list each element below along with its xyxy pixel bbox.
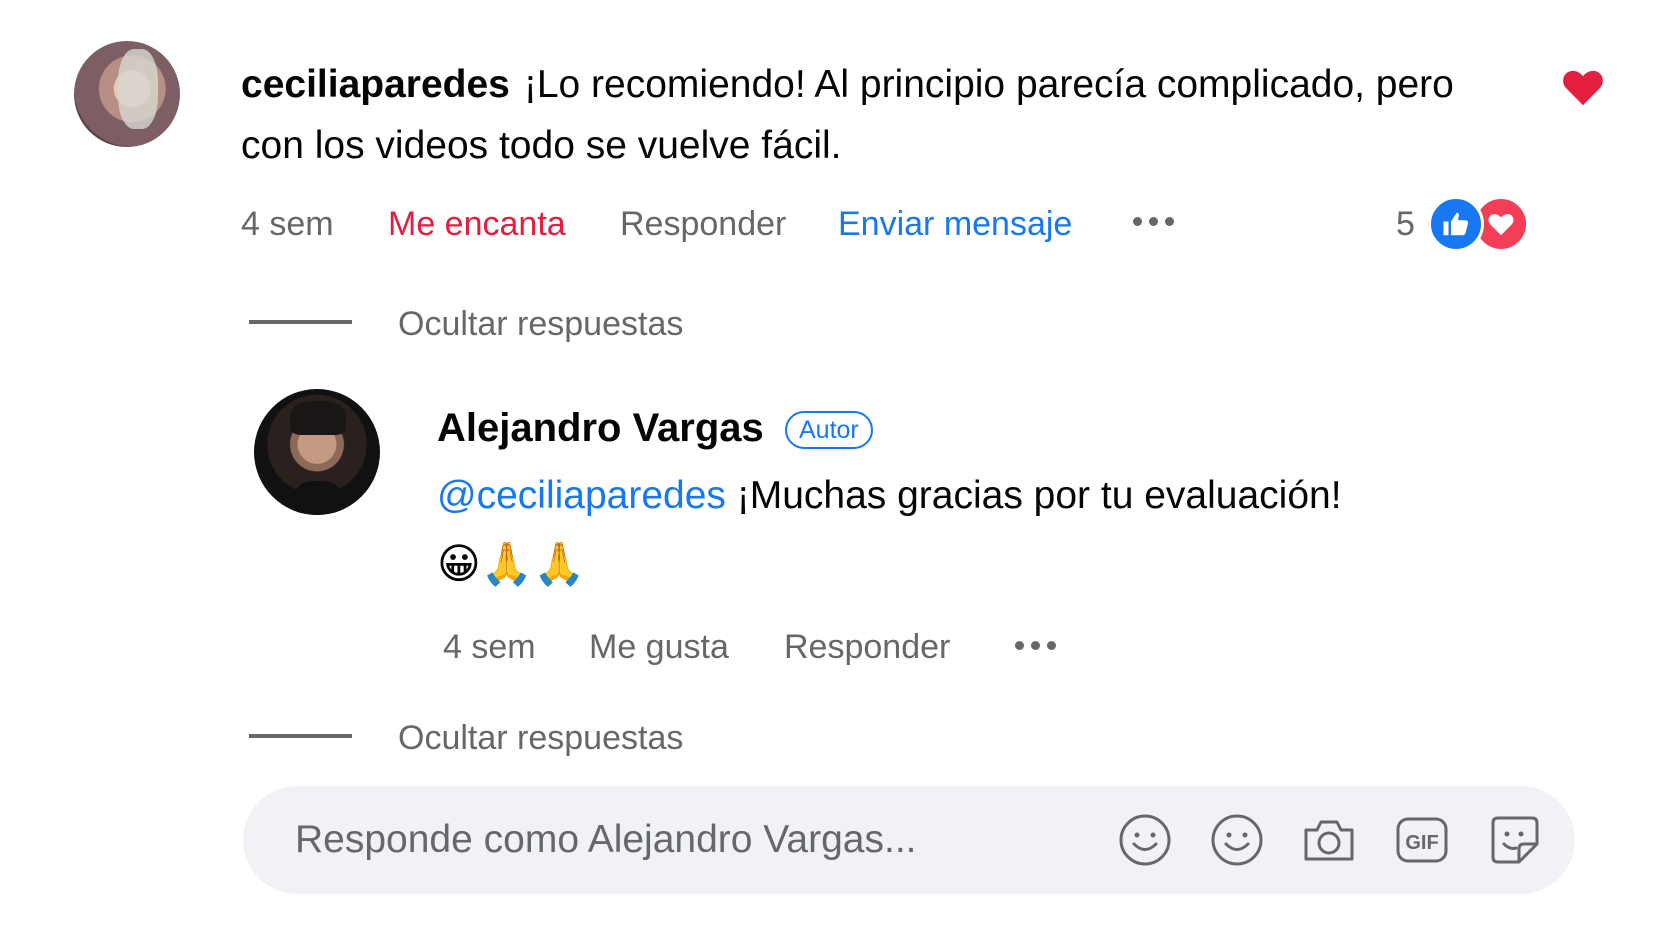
reply-author[interactable]: Alejandro Vargas	[437, 404, 764, 452]
comment-body: ceciliaparedes ¡Lo recomiendo! Al princip…	[241, 54, 1501, 176]
avatar-ceciliaparedes[interactable]	[74, 41, 180, 147]
hide-replies-button-2[interactable]: Ocultar respuestas	[398, 718, 683, 758]
reply-body: @ceciliaparedes ¡Muchas gracias por tu e…	[437, 470, 1342, 522]
comment-author[interactable]: ceciliaparedes	[241, 63, 510, 106]
reply-button-2[interactable]: Responder	[784, 627, 950, 667]
reply-text: ¡Muchas gracias por tu evaluación!	[725, 474, 1342, 517]
reply-input[interactable]	[295, 814, 1075, 866]
reply-timestamp[interactable]: 4 sem	[443, 627, 536, 667]
reply-button[interactable]: Responder	[620, 204, 786, 244]
more-options-icon[interactable]	[1133, 217, 1174, 226]
reply-mention[interactable]: @ceciliaparedes	[437, 474, 726, 517]
more-options-icon[interactable]	[1015, 641, 1056, 650]
author-badge: Autor	[785, 411, 873, 449]
divider	[249, 734, 352, 738]
reply-emojis: 😀🙏🙏	[437, 539, 586, 588]
gif-icon[interactable]: GIF	[1395, 813, 1449, 867]
like-button[interactable]: Me gusta	[589, 627, 729, 667]
send-message-button[interactable]: Enviar mensaje	[838, 204, 1072, 244]
emoji-icon[interactable]	[1118, 813, 1172, 867]
reply-composer[interactable]: GIF	[243, 786, 1575, 894]
sticker-icon[interactable]	[1488, 813, 1542, 867]
like-icon[interactable]	[1428, 196, 1484, 252]
camera-icon[interactable]	[1302, 813, 1356, 867]
emoji-icon[interactable]	[1210, 813, 1264, 867]
avatar-alejandro-vargas[interactable]	[254, 389, 380, 515]
divider	[249, 320, 352, 324]
reaction-count[interactable]: 5	[1396, 204, 1415, 244]
heart-icon[interactable]	[1560, 64, 1606, 110]
svg-text:GIF: GIF	[1405, 832, 1438, 854]
hide-replies-button[interactable]: Ocultar respuestas	[398, 304, 683, 344]
comment-timestamp[interactable]: 4 sem	[241, 204, 334, 244]
love-reaction-button[interactable]: Me encanta	[388, 204, 566, 244]
